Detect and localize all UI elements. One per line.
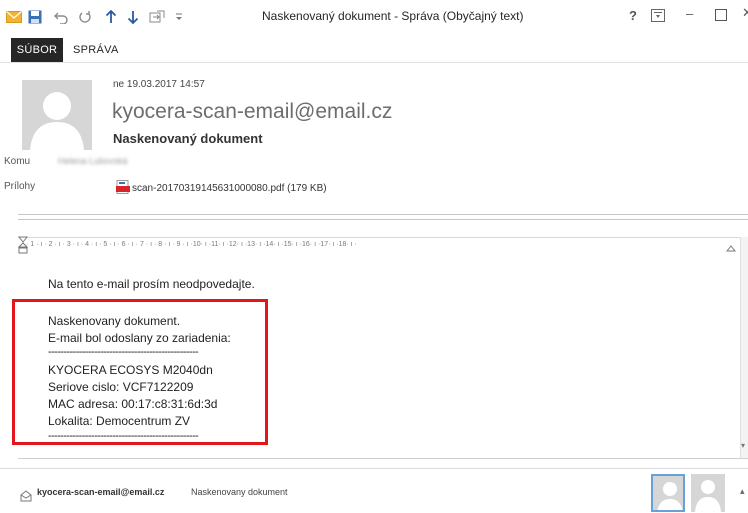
pdf-file-icon bbox=[116, 180, 130, 194]
people-pane-subject: Naskenovany dokument bbox=[191, 487, 288, 497]
vertical-scrollbar[interactable] bbox=[740, 237, 748, 459]
to-recipient[interactable]: Helena Lubovská bbox=[58, 156, 128, 166]
attachments-label: Prílohy bbox=[4, 181, 36, 192]
divider bbox=[18, 214, 748, 215]
message-subject: Naskenovaný dokument bbox=[113, 131, 263, 146]
tab-file[interactable]: SÚBOR bbox=[11, 38, 63, 62]
mail-icon bbox=[5, 8, 23, 26]
move-icon[interactable] bbox=[148, 8, 166, 26]
previous-item-icon[interactable] bbox=[102, 8, 120, 26]
ruler[interactable]: · 1 · ı · 2 · ı · 3 · ı · 4 · ı · 5 · ı … bbox=[17, 236, 740, 255]
people-pane-avatar[interactable] bbox=[651, 474, 685, 512]
to-label: Komu bbox=[4, 156, 31, 167]
window-title: Naskenovaný dokument - Správa (Obyčajný … bbox=[262, 9, 524, 23]
maximize-button[interactable] bbox=[715, 9, 727, 21]
attachment-file[interactable]: scan-20170319145631000080.pdf (179 KB) bbox=[132, 183, 327, 194]
body-line: Na tento e-mail prosím neodpovedajte. bbox=[48, 277, 255, 291]
help-button[interactable]: ? bbox=[629, 8, 637, 23]
people-pane-avatar[interactable] bbox=[691, 474, 725, 512]
sender-avatar bbox=[22, 80, 92, 150]
close-button[interactable]: ✕ bbox=[742, 5, 748, 21]
ruler-scale: · 1 · ı · 2 · ı · 3 · ı · 4 · ı · 5 · ı … bbox=[26, 241, 357, 248]
message-date: ne 19.03.2017 14:57 bbox=[113, 79, 205, 90]
next-item-icon[interactable] bbox=[124, 8, 142, 26]
ribbon-display-options-icon[interactable] bbox=[651, 9, 665, 22]
people-pane-sender[interactable]: kyocera-scan-email@email.cz bbox=[37, 487, 164, 497]
title-bar: Naskenovaný dokument - Správa (Obyčajný … bbox=[0, 0, 748, 32]
divider bbox=[18, 219, 748, 220]
minimize-button[interactable]: – bbox=[686, 6, 693, 21]
undo-icon[interactable] bbox=[52, 8, 70, 26]
highlight-box bbox=[12, 299, 268, 445]
customize-toolbar-icon[interactable] bbox=[170, 8, 188, 26]
expand-people-pane-icon[interactable]: ▴ bbox=[740, 486, 745, 497]
redo-icon[interactable] bbox=[76, 8, 94, 26]
divider bbox=[18, 458, 748, 459]
scroll-down-icon[interactable]: ▾ bbox=[741, 441, 745, 450]
tab-message[interactable]: SPRÁVA bbox=[73, 44, 119, 56]
message-envelope-icon bbox=[20, 489, 32, 502]
sender-address[interactable]: kyocera-scan-email@email.cz bbox=[112, 100, 392, 124]
save-icon[interactable] bbox=[26, 8, 44, 26]
